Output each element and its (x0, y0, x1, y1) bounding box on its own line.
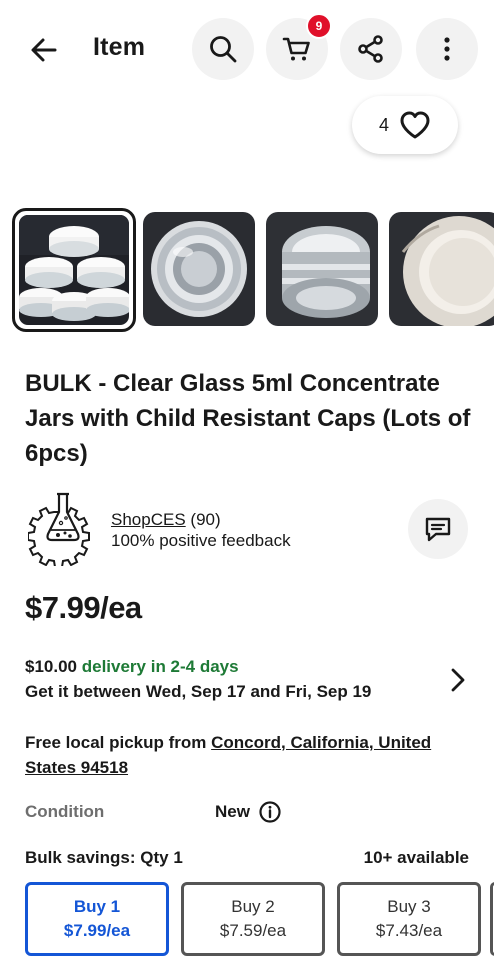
share-button[interactable] (340, 18, 402, 80)
condition-value: New (215, 802, 250, 821)
seller-feedback: 100% positive feedback (111, 531, 291, 550)
bulk-option-qty: Buy 3 (387, 897, 431, 916)
cart-button[interactable]: 9 (266, 13, 332, 80)
condition-info-button[interactable] (258, 800, 282, 824)
cap-inside-photo (389, 212, 494, 326)
condition-label: Condition (25, 802, 105, 821)
seller-logo[interactable] (27, 490, 98, 568)
seller-name-row: ShopCES (90) (111, 510, 221, 530)
jar-side-photo (266, 212, 378, 326)
top-app-bar: Item 9 (0, 0, 494, 100)
bulk-option-buy-1[interactable]: Buy 1 $7.99/ea (25, 882, 169, 956)
chevron-right-icon (451, 668, 465, 692)
item-title: BULK - Clear Glass 5ml Concentrate Jars … (25, 370, 471, 467)
info-icon (259, 801, 281, 823)
bulk-option-price: $7.43/ea (375, 921, 443, 940)
cart-icon (282, 37, 310, 61)
bulk-option-qty: Buy 1 (73, 897, 121, 916)
cart-count-badge: 9 (306, 13, 332, 39)
image-gallery (12, 208, 494, 332)
shipping-details-button[interactable] (445, 666, 471, 694)
seller-rating-count: (90) (190, 510, 221, 529)
delivery-dates: Get it between Wed, Sep 17 and Fri, Sep … (25, 682, 372, 701)
bulk-option-buy-3[interactable]: Buy 3 $7.43/ea (337, 882, 481, 956)
seller-name-link[interactable]: ShopCES (111, 510, 186, 529)
thumbnail-3[interactable] (266, 212, 378, 326)
bulk-savings-label: Bulk savings: Qty 1 (25, 848, 183, 867)
bulk-option-buy-2[interactable]: Buy 2 $7.59/ea (181, 882, 325, 956)
thumbnail-2[interactable] (143, 212, 255, 326)
page-title: Item (93, 33, 146, 61)
bulk-option-qty: Buy 2 (231, 897, 275, 916)
item-price: $7.99/ea (25, 590, 142, 625)
search-icon (210, 36, 237, 63)
shipping-summary[interactable]: $10.00 delivery in 2-4 days (25, 657, 239, 677)
message-seller-button[interactable] (408, 499, 468, 559)
search-button[interactable] (192, 18, 254, 80)
back-button[interactable] (22, 28, 66, 72)
arrow-left-icon (31, 38, 57, 62)
jar-stack-photo (19, 215, 129, 325)
watchers-count: 4 (378, 114, 389, 135)
local-pickup: Free local pickup from Concord, Californ… (25, 730, 475, 780)
bulk-option-next-partial[interactable] (490, 882, 494, 956)
open-jar-top-photo (143, 212, 255, 326)
message-icon (425, 517, 451, 542)
share-icon (358, 35, 383, 63)
thumbnail-4[interactable] (389, 212, 494, 326)
pickup-prefix: Free local pickup from (25, 733, 207, 752)
delivery-estimate: delivery in 2-4 days (81, 657, 239, 676)
flask-gear-icon (27, 492, 90, 568)
watch-button[interactable]: 4 (352, 96, 458, 154)
bulk-option-price: $7.99/ea (63, 921, 131, 940)
shipping-cost: $10.00 (25, 657, 77, 676)
heart-icon (400, 111, 430, 139)
bulk-option-price: $7.59/ea (219, 921, 287, 940)
more-vertical-icon (444, 37, 450, 61)
more-options-button[interactable] (416, 18, 478, 80)
thumbnail-1[interactable] (12, 208, 136, 332)
quantity-available: 10+ available (363, 848, 469, 867)
